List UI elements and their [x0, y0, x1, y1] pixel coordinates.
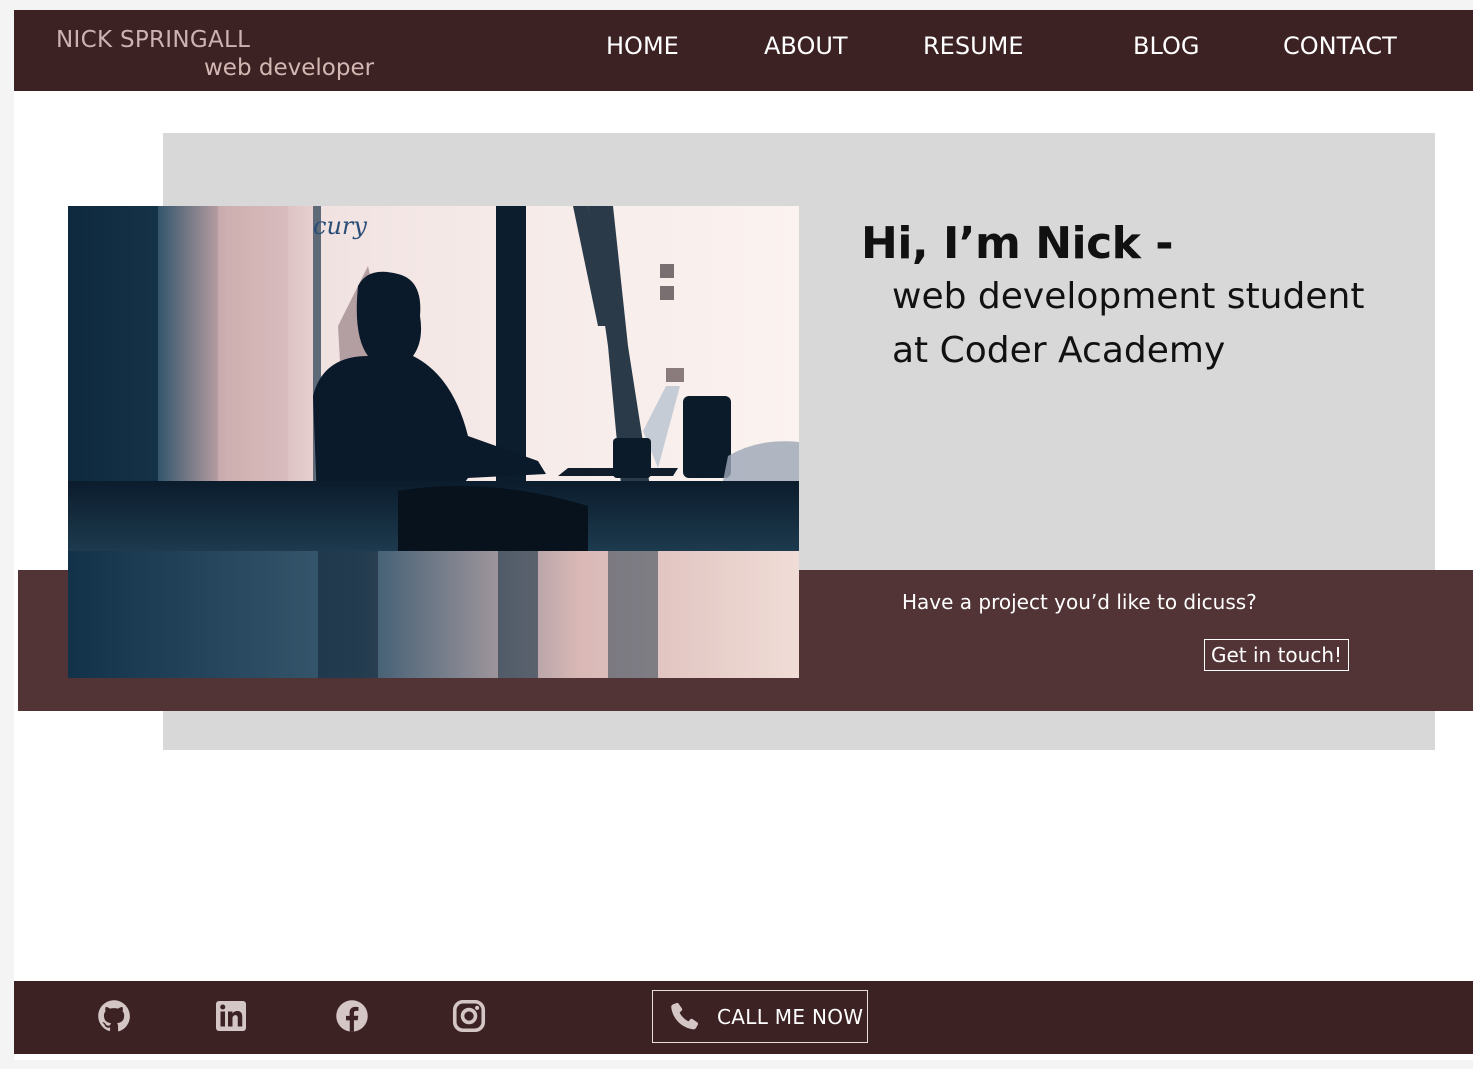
site-footer: CALL ME NOW [14, 981, 1473, 1054]
facebook-icon[interactable] [334, 998, 370, 1034]
main-nav: HOME ABOUT RESUME BLOG CONTACT [14, 32, 1473, 72]
nav-home[interactable]: HOME [606, 32, 679, 60]
nav-blog[interactable]: BLOG [1133, 32, 1199, 60]
phone-icon [671, 1002, 699, 1030]
linkedin-icon[interactable] [213, 998, 249, 1034]
cafe-silhouette-image: cury [68, 206, 799, 678]
get-in-touch-button[interactable]: Get in touch! [1204, 639, 1350, 671]
page: NICK SPRINGALL web developer HOME ABOUT … [14, 10, 1473, 1060]
subtitle-text: web development student at Coder Academy [892, 276, 1365, 371]
call-label: CALL ME NOW [717, 1005, 864, 1029]
hero-photo: cury [68, 206, 799, 678]
nav-contact[interactable]: CONTACT [1283, 32, 1397, 60]
cta-text: Have a project you’d like to dicuss? [902, 590, 1257, 614]
greeting-text: Hi, I’m Nick - [861, 218, 1174, 269]
call-me-now-button[interactable]: CALL ME NOW [652, 990, 868, 1043]
sign-text: cury [313, 212, 367, 240]
github-icon[interactable] [96, 998, 132, 1034]
nav-resume[interactable]: RESUME [923, 32, 1024, 60]
instagram-icon[interactable] [451, 998, 487, 1034]
site-header: NICK SPRINGALL web developer HOME ABOUT … [14, 10, 1473, 91]
nav-about[interactable]: ABOUT [764, 32, 848, 60]
intro-heading: Hi, I’m Nick - web development student a… [861, 218, 1412, 378]
